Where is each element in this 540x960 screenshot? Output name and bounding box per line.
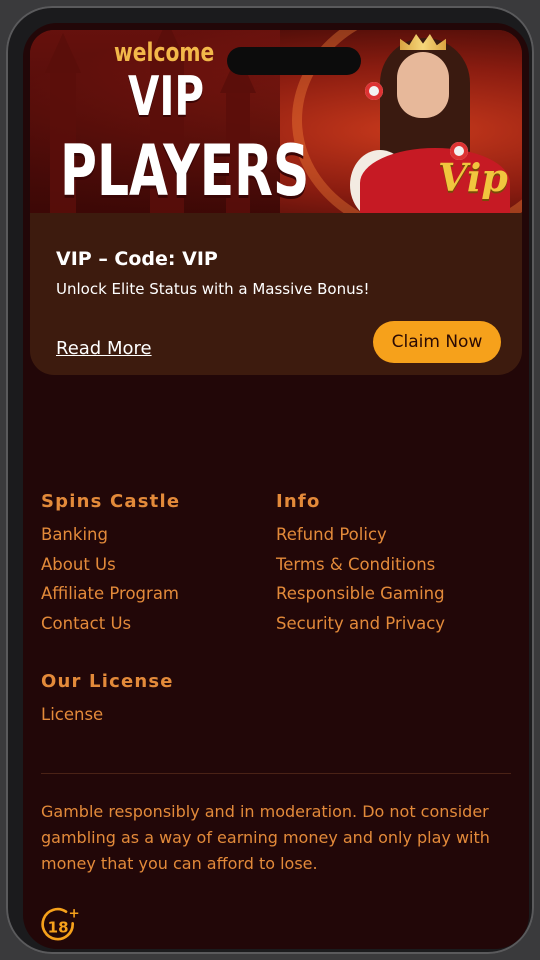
promo-title: VIP – Code: VIP [56,248,218,270]
screen: welcome VIP PLAYERS Vip VIP – Code: VIP … [23,23,529,949]
claim-now-button[interactable]: Claim Now [373,321,501,363]
promo-card: welcome VIP PLAYERS Vip VIP – Code: VIP … [30,30,522,375]
footer-divider [41,773,511,774]
footer-heading: Spins Castle [41,491,181,512]
footer-link-affiliate-program[interactable]: Affiliate Program [41,579,180,609]
responsible-gambling-disclaimer: Gamble responsibly and in moderation. Do… [41,802,490,873]
age-18-plus-icon: 18 + [41,907,80,941]
footer-link-license[interactable]: License [41,700,174,730]
footer-link-about-us[interactable]: About Us [41,550,180,580]
footer-link-refund-policy[interactable]: Refund Policy [276,520,445,550]
footer-link-responsible-gaming[interactable]: Responsible Gaming [276,579,445,609]
footer-column-spins-castle: Spins Castle Banking About Us Affiliate … [41,491,180,639]
footer-link-security-privacy[interactable]: Security and Privacy [276,609,445,639]
banner-vip-text: VIP [128,65,205,128]
footer-link-banking[interactable]: Banking [41,520,180,550]
banner-players-text: PLAYERS [60,130,310,212]
footer-heading: Our License [41,671,174,692]
svg-text:+: + [69,907,80,922]
footer-column-license: Our License License [41,671,174,730]
camera-notch [227,47,361,75]
banner-welcome-text: welcome [114,38,215,68]
read-more-link[interactable]: Read More [56,338,152,359]
phone-frame: welcome VIP PLAYERS Vip VIP – Code: VIP … [6,6,534,954]
svg-text:18: 18 [48,919,69,937]
footer-column-info: Info Refund Policy Terms & Conditions Re… [276,491,445,639]
footer-link-terms[interactable]: Terms & Conditions [276,550,445,580]
footer-link-contact-us[interactable]: Contact Us [41,609,180,639]
footer-heading: Info [276,491,321,512]
banner-vip-logo: Vip [438,155,508,200]
poker-chip-icon [365,82,383,100]
promo-subtitle: Unlock Elite Status with a Massive Bonus… [56,280,370,298]
